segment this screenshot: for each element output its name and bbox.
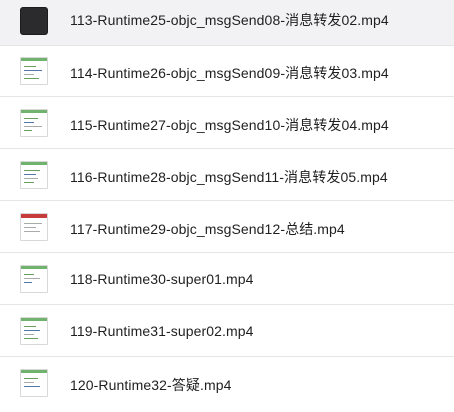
file-row[interactable]: 118-Runtime30-super01.mp4 — [0, 254, 454, 305]
file-row[interactable]: 113-Runtime25-objc_msgSend08-消息转发02.mp4 — [0, 0, 454, 46]
file-list: 113-Runtime25-objc_msgSend08-消息转发02.mp4 … — [0, 0, 454, 412]
file-name: 113-Runtime25-objc_msgSend08-消息转发02.mp4 — [70, 12, 389, 28]
file-name: 115-Runtime27-objc_msgSend10-消息转发04.mp4 — [70, 117, 389, 133]
row-divider — [0, 148, 454, 149]
file-name: 118-Runtime30-super01.mp4 — [70, 271, 254, 287]
video-thumbnail-icon — [20, 161, 48, 189]
file-row[interactable]: 114-Runtime26-objc_msgSend09-消息转发03.mp4 — [0, 46, 454, 97]
row-divider — [0, 252, 454, 253]
file-name: 119-Runtime31-super02.mp4 — [70, 323, 254, 339]
row-divider — [0, 304, 454, 305]
file-name: 116-Runtime28-objc_msgSend11-消息转发05.mp4 — [70, 169, 388, 185]
file-row[interactable]: 115-Runtime27-objc_msgSend10-消息转发04.mp4 — [0, 98, 454, 149]
file-name: 114-Runtime26-objc_msgSend09-消息转发03.mp4 — [70, 65, 389, 81]
video-thumbnail-icon — [20, 265, 48, 293]
file-row[interactable]: 116-Runtime28-objc_msgSend11-消息转发05.mp4 — [0, 150, 454, 201]
video-thumbnail-icon — [20, 109, 48, 137]
file-row[interactable]: 119-Runtime31-super02.mp4 — [0, 306, 454, 357]
row-divider — [0, 200, 454, 201]
row-divider — [0, 356, 454, 357]
video-thumbnail-icon — [20, 213, 48, 241]
video-thumbnail-icon — [20, 57, 48, 85]
video-thumbnail-icon — [20, 7, 48, 35]
row-divider — [0, 96, 454, 97]
file-name: 120-Runtime32-答疑.mp4 — [70, 377, 232, 393]
video-thumbnail-icon — [20, 317, 48, 345]
file-row[interactable]: 117-Runtime29-objc_msgSend12-总结.mp4 — [0, 202, 454, 253]
file-row[interactable]: 120-Runtime32-答疑.mp4 — [0, 358, 454, 409]
video-thumbnail-icon — [20, 369, 48, 397]
file-name: 117-Runtime29-objc_msgSend12-总结.mp4 — [70, 221, 345, 237]
